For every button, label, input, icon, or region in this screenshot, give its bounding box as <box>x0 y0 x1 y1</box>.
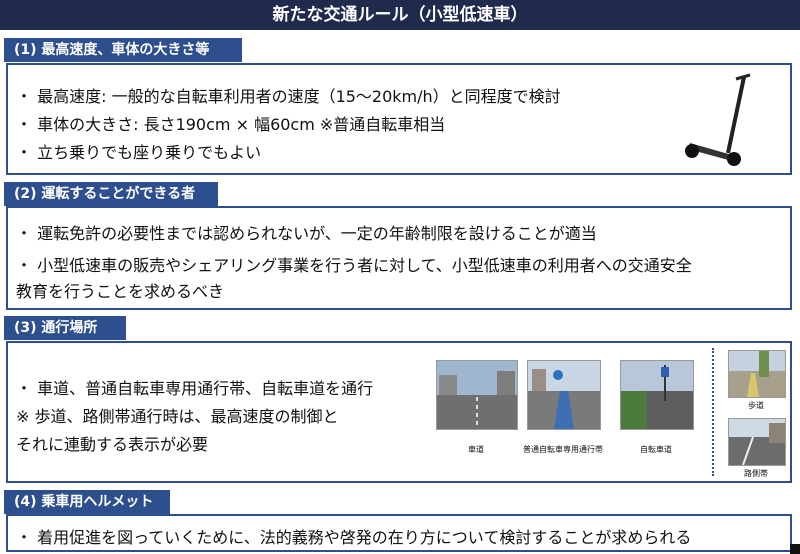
section-2-line-2: ・ 小型低速車の販売やシェアリング事業を行う者に対して、小型低速車の利用者への交… <box>16 256 692 275</box>
caption-sidewalk: 歩道 <box>748 401 764 410</box>
section-4-heading: (4) 乗車用ヘルメット <box>4 490 170 514</box>
corner-mark <box>790 544 800 554</box>
photo-road <box>436 360 518 430</box>
section-1-line-1: ・ 最高速度: 一般的な自転車利用者の速度（15～20km/h）と同程度で検討 <box>16 87 561 106</box>
section-1-box: ・ 最高速度: 一般的な自転車利用者の速度（15～20km/h）と同程度で検討 … <box>6 63 792 175</box>
section-2-line-1: ・ 運転免許の必要性までは認められないが、一定の年齢制限を設けることが適当 <box>16 224 597 243</box>
e-scooter-image <box>685 73 751 166</box>
photo-bicycle-path <box>620 360 694 430</box>
section-4-box: ・ 着用促進を図っていくために、法的義務や啓発の在り方について検討することが求め… <box>6 514 792 552</box>
section-1-line-2: ・ 車体の大きさ: 長さ190cm × 幅60cm ※普通自転車相当 <box>16 115 446 134</box>
caption-bicycle-path: 自転車道 <box>640 445 672 454</box>
section-4-line-1: ・ 着用促進を図っていくために、法的義務や啓発の在り方について検討することが求め… <box>16 528 692 547</box>
section-2-line-3: 教育を行うことを求めるべき <box>16 282 225 301</box>
photo-divider <box>712 348 714 476</box>
section-1-line-3: ・ 立ち乗りでも座り乗りでもよい <box>16 143 262 162</box>
section-3-heading: (3) 通行場所 <box>4 316 126 340</box>
photo-roadside-strip <box>728 418 786 466</box>
section-2-box: ・ 運転免許の必要性までは認められないが、一定の年齢制限を設けることが適当 ・ … <box>6 206 792 310</box>
section-3-line-3: それに連動する表示が必要 <box>16 435 209 454</box>
section-2-heading: (2) 運転することができる者 <box>4 182 218 206</box>
page-title: 新たな交通ルール（小型低速車） <box>0 0 800 30</box>
photo-bicycle-lane <box>527 360 601 430</box>
section-3-line-2: ※ 歩道、路側帯通行時は、最高速度の制御と <box>16 407 339 426</box>
caption-bicycle-lane: 普通自転車専用通行帯 <box>523 445 603 454</box>
section-1-heading: (1) 最高速度、車体の大きさ等 <box>4 38 242 62</box>
photo-sidewalk <box>728 350 786 398</box>
section-3-line-1: ・ 車道、普通自転車専用通行帯、自転車道を通行 <box>16 379 374 398</box>
caption-road: 車道 <box>468 445 484 454</box>
caption-roadside-strip: 路側帯 <box>744 469 768 478</box>
